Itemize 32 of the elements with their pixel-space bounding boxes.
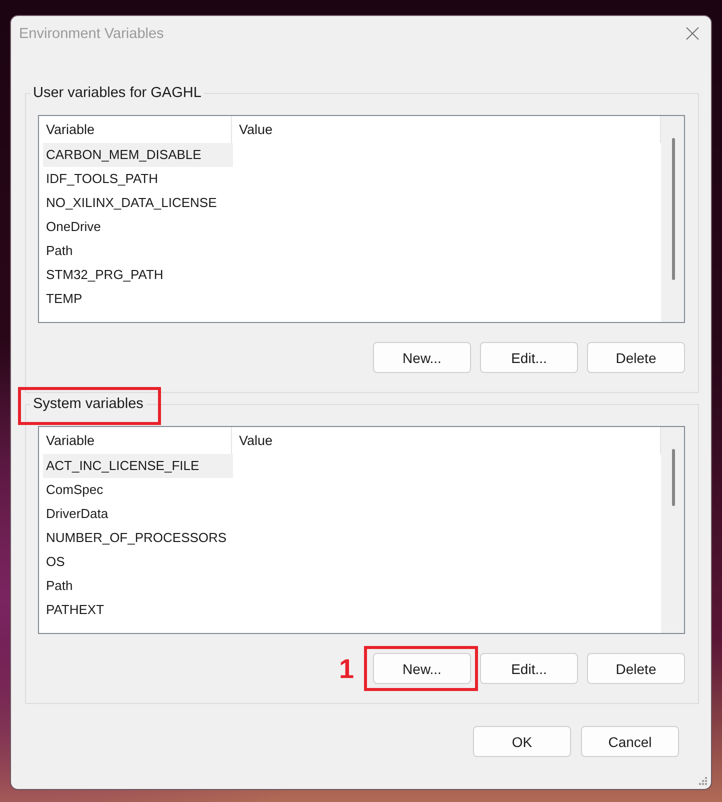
variable-item[interactable]: OS <box>43 550 233 574</box>
group-title: User variables for GAGHL <box>33 84 202 103</box>
resize-grip-icon[interactable] <box>699 777 708 786</box>
scrollbar-thumb[interactable] <box>672 449 675 506</box>
dialog-button[interactable]: Cancel <box>581 726 679 757</box>
action-button[interactable]: Delete <box>587 342 685 373</box>
variable-item[interactable]: NO_XILINX_DATA_LICENSE <box>43 191 233 215</box>
action-button[interactable]: Delete <box>587 653 685 684</box>
variable-item[interactable]: Path <box>43 574 233 598</box>
variable-item[interactable]: PATHEXT <box>43 598 233 622</box>
step-number: 1 <box>338 654 354 684</box>
variable-item[interactable]: CARBON_MEM_DISABLE <box>43 143 233 167</box>
action-button[interactable]: New... <box>373 653 471 684</box>
scrollbar-thumb[interactable] <box>672 138 675 280</box>
variable-item[interactable]: NUMBER_OF_PROCESSORS <box>43 526 233 550</box>
action-button[interactable]: Edit... <box>480 653 578 684</box>
variable-item[interactable]: IDF_TOOLS_PATH <box>43 167 233 191</box>
group-title: System variables <box>33 395 144 414</box>
variable-item[interactable]: ComSpec <box>43 478 233 502</box>
window-title: Environment Variables <box>19 26 164 42</box>
close-icon[interactable] <box>686 27 699 40</box>
variable-item[interactable]: DriverData <box>43 502 233 526</box>
variable-item[interactable]: Path <box>43 239 233 263</box>
variable-item[interactable]: ACT_INC_LICENSE_FILE <box>43 454 233 478</box>
action-button[interactable]: New... <box>373 342 471 373</box>
dialog-button[interactable]: OK <box>473 726 571 757</box>
variable-item[interactable]: OneDrive <box>43 215 233 239</box>
scrollbar[interactable] <box>661 427 684 633</box>
scrollbar[interactable] <box>661 116 684 322</box>
variable-item[interactable]: TEMP <box>43 287 233 311</box>
action-button[interactable]: Edit... <box>480 342 578 373</box>
variable-item[interactable]: STM32_PRG_PATH <box>43 263 233 287</box>
